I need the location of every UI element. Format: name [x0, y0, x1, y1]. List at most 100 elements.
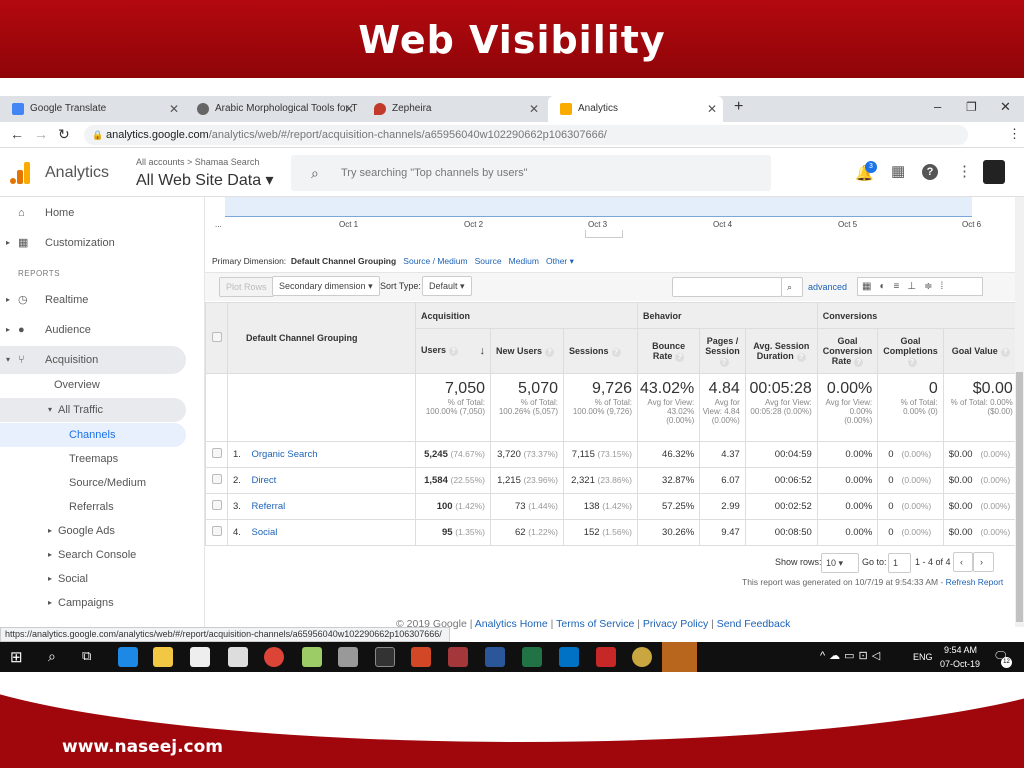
search-icon[interactable]: ⌕: [48, 648, 56, 665]
chrome-icon[interactable]: [264, 647, 284, 667]
breadcrumb[interactable]: All accounts > Shamaa Search: [136, 157, 259, 167]
channel-link[interactable]: Direct: [252, 475, 277, 486]
clock-time[interactable]: 9:54 AM: [944, 645, 977, 655]
outlook-icon[interactable]: [559, 647, 579, 667]
sidebar-item-referrals[interactable]: Referrals: [0, 495, 186, 519]
sidebar-item-search-console[interactable]: ▸ Search Console: [0, 543, 186, 567]
column-header[interactable]: Goal Conversion Rate?: [816, 328, 879, 374]
settings-icon[interactable]: [338, 647, 358, 667]
help-icon[interactable]: ?: [922, 164, 938, 180]
help-icon[interactable]: ?: [1000, 347, 1010, 357]
help-icon[interactable]: ?: [854, 357, 864, 367]
url-input[interactable]: 🔒 analytics.google.com/analytics/web/#/re…: [84, 125, 968, 145]
tab-analytics[interactable]: Analytics ✕: [548, 96, 723, 122]
sidebar-item-customization[interactable]: ▸ ▦ Customization: [0, 229, 186, 257]
column-header[interactable]: New Users?: [490, 328, 564, 374]
sidebar-item-overview[interactable]: Overview: [0, 373, 186, 397]
sidebar-item-social[interactable]: ▸ Social: [0, 567, 186, 591]
pie-view-icon[interactable]: ◐: [879, 281, 893, 292]
new-tab-button[interactable]: +: [734, 98, 743, 116]
search-input[interactable]: ⌕ Try searching "Top channels by users": [291, 155, 771, 191]
powerpoint-icon[interactable]: [411, 647, 431, 667]
column-header[interactable]: Bounce Rate?: [636, 328, 701, 374]
help-icon[interactable]: ?: [611, 347, 621, 357]
close-icon[interactable]: ✕: [529, 96, 539, 122]
scrollbar-thumb[interactable]: [1016, 372, 1023, 622]
prev-page-button[interactable]: ‹: [953, 552, 973, 572]
dimension-default-channel-grouping[interactable]: Default Channel Grouping: [291, 256, 396, 266]
pivot-view-icon[interactable]: ⁞: [940, 281, 951, 292]
tab-zepheira[interactable]: Zepheira ✕: [362, 96, 545, 122]
help-icon[interactable]: ?: [796, 352, 806, 362]
window-close-button[interactable]: ✕: [1000, 99, 1011, 115]
sort-type-dropdown[interactable]: Default ▾: [422, 276, 472, 296]
word-icon[interactable]: [485, 647, 505, 667]
channel-link[interactable]: Social: [252, 527, 278, 538]
secondary-dimension-dropdown[interactable]: Secondary dimension ▾: [272, 276, 380, 296]
access-icon[interactable]: [448, 647, 468, 667]
tray-icons[interactable]: ^☁▭⊡◁: [820, 649, 884, 662]
back-icon[interactable]: ←: [10, 126, 24, 142]
terms-link[interactable]: Terms of Service: [556, 618, 634, 630]
windows-start-icon[interactable]: ⊞: [10, 648, 23, 666]
row-checkbox[interactable]: [211, 474, 222, 484]
minimize-button[interactable]: –: [934, 99, 941, 114]
tab-arabic-tools[interactable]: Arabic Morphological Tools for T ✕: [185, 96, 360, 122]
shield-app-icon[interactable]: [596, 647, 616, 667]
advanced-filter-link[interactable]: advanced: [808, 282, 847, 292]
help-icon[interactable]: ?: [907, 357, 917, 367]
sidebar-item-source-medium[interactable]: Source/Medium: [0, 471, 186, 495]
analytics-home-link[interactable]: Analytics Home: [475, 618, 548, 630]
scrollbar[interactable]: [1015, 197, 1024, 627]
view-selector[interactable]: All Web Site Data ▾: [136, 170, 274, 190]
store-icon[interactable]: [190, 647, 210, 667]
chart-collapse-handle[interactable]: [585, 230, 623, 238]
help-icon[interactable]: ?: [719, 357, 729, 367]
app-icon[interactable]: [302, 647, 322, 667]
row-checkbox[interactable]: [211, 526, 222, 536]
table-filter-input[interactable]: [672, 277, 782, 297]
sidebar-item-home[interactable]: ⌂ Home: [0, 199, 186, 227]
sidebar-item-google-ads[interactable]: ▸ Google Ads: [0, 519, 186, 543]
column-header[interactable]: Pages / Session?: [699, 328, 746, 374]
forward-icon[interactable]: →: [34, 126, 48, 142]
mail-icon[interactable]: [228, 647, 248, 667]
goto-input[interactable]: 1: [888, 553, 911, 573]
language-indicator[interactable]: ENG: [913, 652, 933, 662]
sidebar-item-campaigns[interactable]: ▸ Campaigns: [0, 591, 186, 615]
feedback-link[interactable]: Send Feedback: [717, 618, 791, 630]
next-page-button[interactable]: ›: [973, 552, 994, 572]
sidebar-item-audience[interactable]: ▸ ● Audience: [0, 316, 186, 344]
help-icon[interactable]: ?: [545, 347, 555, 357]
reload-icon[interactable]: ↻: [58, 126, 70, 143]
active-app-icon[interactable]: [662, 642, 697, 672]
sidebar-item-channels[interactable]: Channels: [0, 423, 186, 447]
file-explorer-icon[interactable]: [153, 647, 173, 667]
task-view-icon[interactable]: ⧉: [82, 648, 91, 664]
row-checkbox[interactable]: [211, 448, 222, 458]
restore-button[interactable]: ❐: [966, 100, 977, 114]
privacy-link[interactable]: Privacy Policy: [643, 618, 708, 630]
table-view-icon[interactable]: ▦: [862, 281, 879, 292]
column-header[interactable]: Goal Value?: [942, 328, 1019, 374]
more-icon[interactable]: ⋮: [957, 162, 972, 180]
apps-icon[interactable]: ▦: [891, 162, 905, 180]
performance-view-icon[interactable]: ≡: [894, 281, 908, 292]
sidebar-item-acquisition[interactable]: ▾ ⑂ Acquisition: [0, 346, 186, 374]
column-header[interactable]: Avg. Session Duration?: [744, 328, 818, 374]
close-icon[interactable]: ✕: [344, 96, 354, 122]
sidebar-item-realtime[interactable]: ▸ ◷ Realtime: [0, 286, 186, 314]
dimension-source[interactable]: Source: [475, 256, 502, 266]
sidebar-item-treemaps[interactable]: Treemaps: [0, 447, 186, 471]
clock-date[interactable]: 07-Oct-19: [940, 659, 980, 669]
dimension-medium[interactable]: Medium: [509, 256, 539, 266]
sort-arrow-icon[interactable]: ↓: [480, 345, 486, 357]
column-header[interactable]: Sessions?: [563, 328, 638, 374]
dimension-source-medium[interactable]: Source / Medium: [403, 256, 467, 266]
terminal-icon[interactable]: [375, 647, 395, 667]
term-cloud-icon[interactable]: ≑: [924, 281, 940, 292]
app-icon[interactable]: [632, 647, 652, 667]
menu-icon[interactable]: ⋮: [1008, 126, 1021, 142]
edge-icon[interactable]: [118, 647, 138, 667]
select-all-checkbox[interactable]: [211, 332, 222, 342]
